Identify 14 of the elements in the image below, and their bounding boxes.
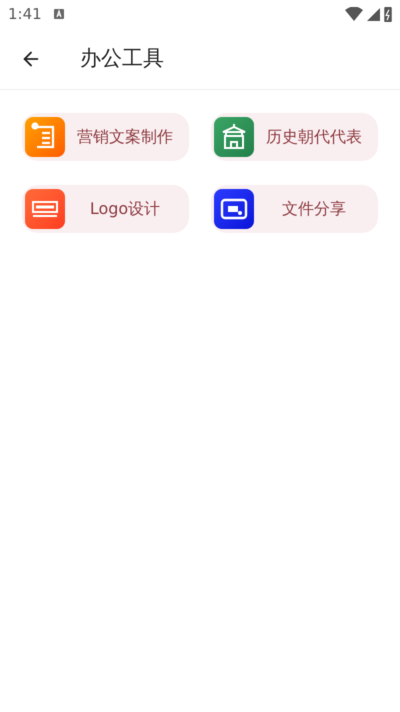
- palace-icon: [214, 117, 254, 157]
- wifi-icon: [345, 7, 363, 21]
- page-title: 办公工具: [80, 44, 164, 72]
- tool-button[interactable]: 文件分享: [211, 185, 378, 233]
- signal-icon: [367, 8, 380, 20]
- tool-button[interactable]: 历史朝代代表: [211, 113, 378, 161]
- logo-icon: [25, 189, 65, 229]
- share-icon: [214, 189, 254, 229]
- notification-icon: [54, 9, 64, 19]
- document-icon: [25, 117, 65, 157]
- tool-button[interactable]: Logo设计: [22, 185, 189, 233]
- battery-icon: [384, 6, 392, 22]
- status-time: 1:41: [8, 4, 42, 25]
- tool-button[interactable]: 营销文案制作: [22, 113, 189, 161]
